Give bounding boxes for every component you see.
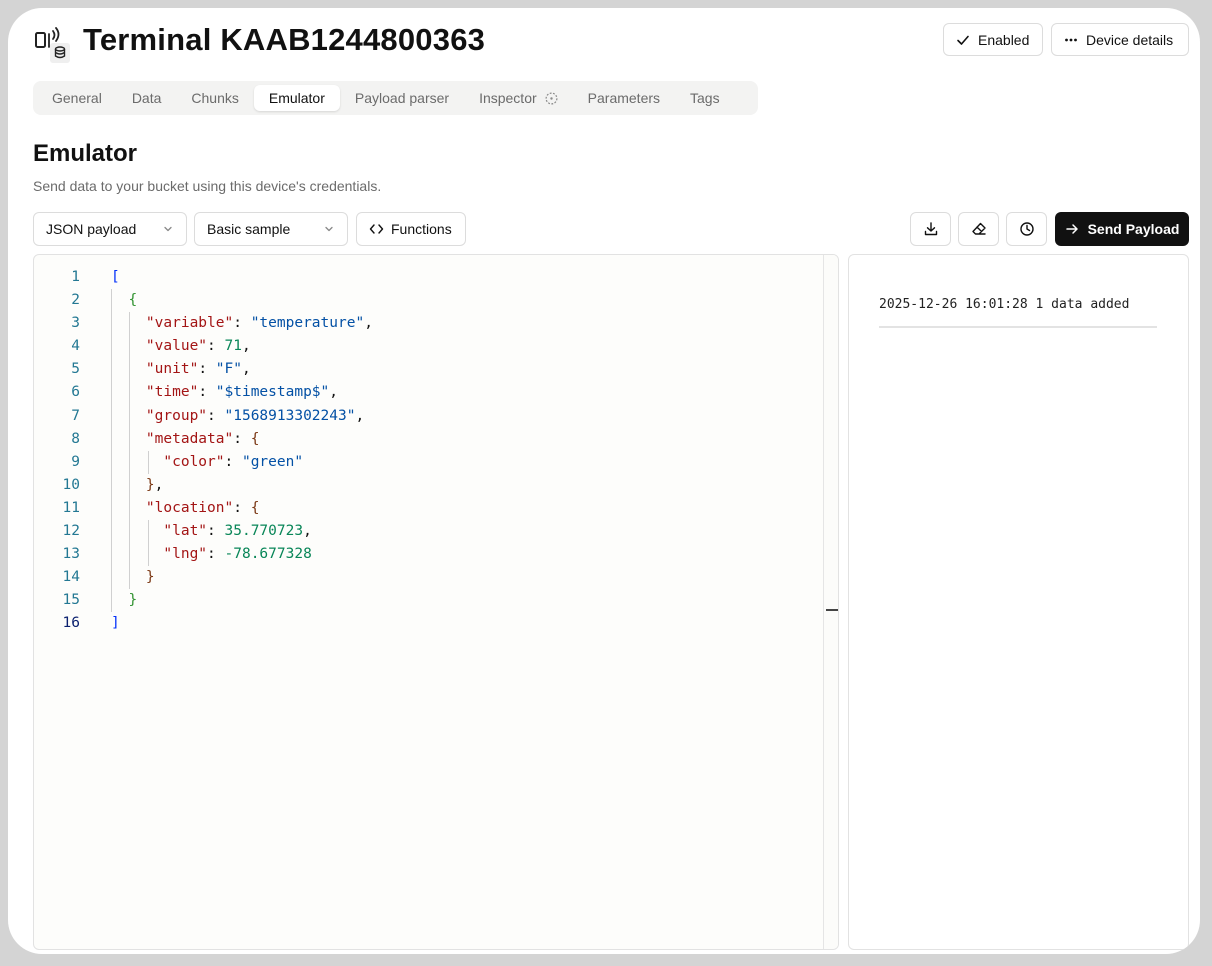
tab-bar: General Data Chunks Emulator Payload par…: [33, 81, 758, 115]
code-editor[interactable]: 1[ 2 { 3 "variable": "temperature", 4 "v…: [33, 254, 839, 950]
tab-emulator[interactable]: Emulator: [253, 85, 340, 111]
line-number: 5: [71, 361, 80, 378]
code-brackets-icon: [369, 224, 384, 234]
log-entry: 2025-12-26 16:01:28 1 data added: [879, 297, 1157, 328]
sample-value: Basic sample: [207, 221, 291, 237]
functions-label: Functions: [391, 221, 452, 237]
tab-payload-parser[interactable]: Payload parser: [340, 85, 464, 111]
sample-select[interactable]: Basic sample: [194, 212, 348, 246]
check-icon: [957, 35, 969, 45]
line-number: 12: [62, 523, 80, 540]
eraser-icon: [971, 222, 986, 235]
line-number: 15: [62, 592, 80, 609]
emulator-log-panel: 2025-12-26 16:01:28 1 data added: [848, 254, 1189, 950]
line-number: 14: [62, 569, 80, 586]
clear-button[interactable]: [958, 212, 999, 246]
enabled-toggle-button[interactable]: Enabled: [943, 23, 1043, 56]
tab-inspector[interactable]: Inspector: [464, 85, 573, 111]
payload-format-select[interactable]: JSON payload: [33, 212, 187, 246]
line-number: 13: [62, 546, 80, 563]
tab-data[interactable]: Data: [117, 85, 177, 111]
history-clock-icon: [1019, 222, 1034, 236]
section-heading: Emulator: [33, 140, 138, 167]
section-subtitle: Send data to your bucket using this devi…: [33, 178, 382, 194]
tab-tags[interactable]: Tags: [675, 85, 735, 111]
line-number: 9: [71, 453, 80, 470]
tab-parameters[interactable]: Parameters: [573, 85, 675, 111]
send-payload-button[interactable]: Send Payload: [1055, 212, 1189, 246]
device-details-button[interactable]: Device details: [1051, 23, 1189, 56]
functions-button[interactable]: Functions: [356, 212, 466, 246]
arrow-right-icon: [1065, 224, 1078, 234]
editor-scrollbar[interactable]: [823, 255, 838, 949]
chevron-down-icon: [164, 226, 172, 232]
device-details-label: Device details: [1086, 31, 1174, 48]
history-button[interactable]: [1006, 212, 1047, 246]
line-number: 6: [71, 384, 80, 401]
line-number: 11: [62, 499, 80, 516]
loading-spinner-icon: [545, 92, 558, 104]
enabled-label: Enabled: [978, 31, 1030, 48]
line-number: 4: [71, 338, 80, 355]
more-dots-icon: [1065, 38, 1077, 41]
line-number: 16: [62, 615, 80, 632]
tab-general[interactable]: General: [37, 85, 117, 111]
line-number: 3: [71, 315, 80, 332]
scrollbar-cursor-marker: [826, 609, 838, 611]
line-number: 7: [71, 407, 80, 424]
line-number: 8: [71, 430, 80, 447]
page-title: Terminal KAAB1244800363: [83, 22, 486, 57]
chevron-down-icon: [325, 226, 333, 232]
tab-inspector-label: Inspector: [479, 90, 537, 106]
download-icon: [924, 222, 937, 236]
line-number: 1: [71, 269, 80, 285]
download-button[interactable]: [910, 212, 951, 246]
app-window: Terminal KAAB1244800363 Enabled Device d…: [8, 8, 1200, 954]
line-number: 2: [71, 292, 80, 309]
send-payload-label: Send Payload: [1087, 221, 1180, 237]
payload-format-value: JSON payload: [46, 221, 137, 237]
tab-chunks[interactable]: Chunks: [176, 85, 253, 111]
device-icon: [34, 26, 74, 66]
line-number: 10: [62, 476, 80, 493]
